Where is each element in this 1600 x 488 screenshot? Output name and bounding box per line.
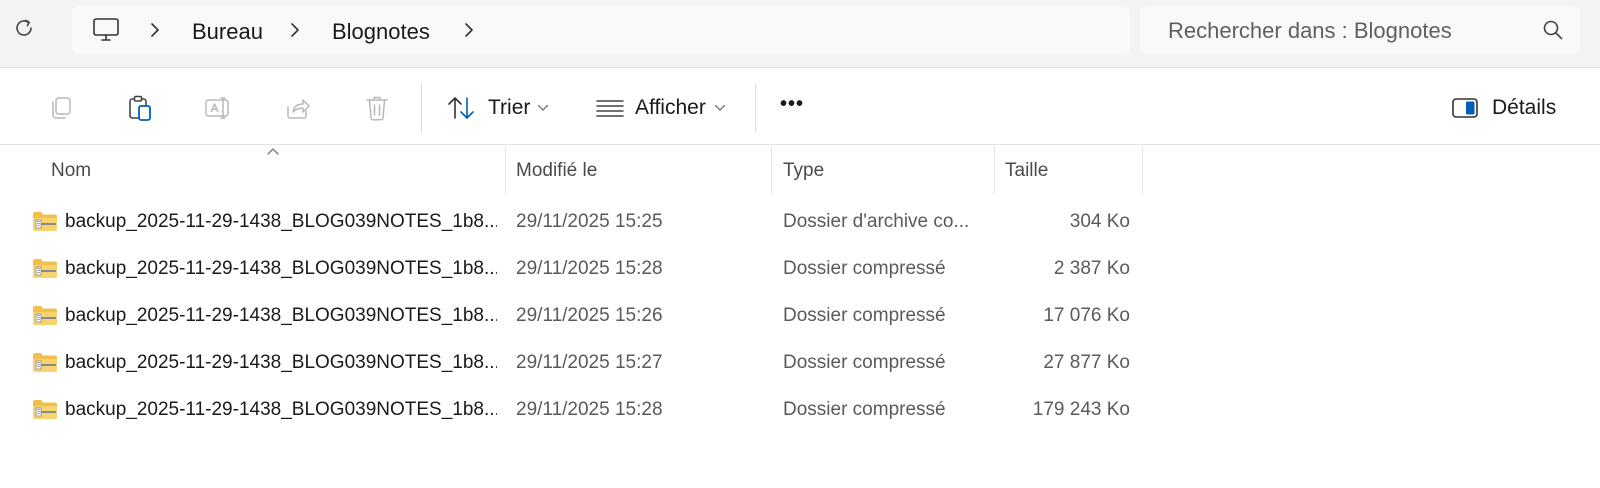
chevron-right-icon[interactable] (462, 21, 476, 39)
this-pc-icon[interactable] (92, 17, 120, 43)
toolbar-divider (421, 83, 422, 133)
file-row[interactable]: backup_2025-11-29-1438_BLOG039NOTES_1b8.… (0, 340, 1170, 387)
rename-button[interactable] (204, 93, 234, 123)
copy-button[interactable] (46, 93, 76, 123)
breadcrumb-item-blognotes[interactable]: Blognotes (332, 19, 430, 45)
share-icon (287, 99, 310, 119)
file-name[interactable]: backup_2025-11-29-1438_BLOG039NOTES_1b8.… (65, 211, 497, 233)
file-modified: 29/11/2025 15:28 (516, 258, 663, 279)
file-modified: 29/11/2025 15:27 (516, 352, 663, 373)
zip-folder-icon (33, 212, 57, 231)
column-divider[interactable] (505, 146, 506, 194)
file-type: Dossier compressé (783, 399, 946, 420)
rename-icon (205, 97, 229, 119)
zip-folder-icon (33, 353, 57, 372)
copy-icon (52, 97, 71, 119)
zip-folder-icon (33, 259, 57, 278)
details-pane-button[interactable] (1450, 93, 1480, 123)
delete-button[interactable] (362, 93, 392, 123)
file-modified: 29/11/2025 15:28 (516, 399, 663, 420)
file-row[interactable]: backup_2025-11-29-1438_BLOG039NOTES_1b8.… (0, 199, 1170, 246)
search-icon[interactable] (1542, 19, 1564, 41)
refresh-button[interactable] (6, 10, 42, 46)
details-label[interactable]: Détails (1492, 96, 1556, 120)
search-box[interactable]: Rechercher dans : Blognotes (1140, 6, 1580, 54)
file-row[interactable]: backup_2025-11-29-1438_BLOG039NOTES_1b8.… (0, 293, 1170, 340)
column-header-size[interactable]: Taille (1005, 146, 1048, 194)
sort-button[interactable] (446, 93, 476, 123)
file-name[interactable]: backup_2025-11-29-1438_BLOG039NOTES_1b8.… (65, 258, 497, 280)
file-modified: 29/11/2025 15:25 (516, 211, 663, 232)
column-header-modified[interactable]: Modifié le (516, 146, 597, 194)
file-size: 304 Ko (1069, 211, 1130, 232)
refresh-icon (16, 19, 32, 36)
view-label[interactable]: Afficher (635, 96, 706, 120)
search-input[interactable]: Rechercher dans : Blognotes (1168, 18, 1452, 44)
delete-icon (366, 96, 388, 121)
file-type: Dossier compressé (783, 258, 946, 279)
column-header-type[interactable]: Type (783, 146, 824, 194)
column-divider[interactable] (1142, 146, 1143, 194)
file-type: Dossier d'archive co... (783, 211, 970, 232)
chevron-right-icon[interactable] (288, 21, 302, 39)
file-size: 17 076 Ko (1043, 305, 1130, 326)
zip-folder-icon (33, 306, 57, 325)
command-bar: Trier Afficher ••• Détails (0, 69, 1600, 145)
breadcrumb-item-bureau[interactable]: Bureau (192, 19, 263, 45)
file-name[interactable]: backup_2025-11-29-1438_BLOG039NOTES_1b8.… (65, 399, 497, 421)
file-row[interactable]: backup_2025-11-29-1438_BLOG039NOTES_1b8.… (0, 246, 1170, 293)
breadcrumb[interactable]: Bureau Blognotes (72, 6, 1130, 54)
chevron-down-icon[interactable] (537, 104, 549, 112)
chevron-down-icon[interactable] (714, 104, 726, 112)
sort-label[interactable]: Trier (488, 96, 530, 120)
toolbar-divider (755, 83, 756, 133)
address-bar: Bureau Blognotes Rechercher dans : Blogn… (0, 0, 1600, 68)
file-type: Dossier compressé (783, 352, 946, 373)
file-row[interactable]: backup_2025-11-29-1438_BLOG039NOTES_1b8.… (0, 387, 1170, 434)
details-pane-icon (1452, 98, 1478, 118)
file-modified: 29/11/2025 15:26 (516, 305, 663, 326)
view-list-icon (596, 100, 624, 117)
sort-ascending-icon (267, 148, 279, 155)
file-size: 27 877 Ko (1043, 352, 1130, 373)
view-button[interactable] (593, 93, 627, 123)
chevron-right-icon[interactable] (148, 21, 162, 39)
more-options-button[interactable]: ••• (780, 93, 804, 116)
file-name[interactable]: backup_2025-11-29-1438_BLOG039NOTES_1b8.… (65, 352, 497, 374)
paste-button[interactable] (125, 93, 155, 123)
sort-icon (448, 97, 474, 119)
file-name[interactable]: backup_2025-11-29-1438_BLOG039NOTES_1b8.… (65, 305, 497, 327)
zip-folder-icon (33, 400, 57, 419)
file-type: Dossier compressé (783, 305, 946, 326)
paste-icon (129, 95, 151, 121)
column-header-name[interactable]: Nom (51, 146, 91, 194)
column-divider[interactable] (771, 146, 772, 194)
file-size: 179 243 Ko (1032, 399, 1130, 420)
share-button[interactable] (283, 93, 313, 123)
file-size: 2 387 Ko (1053, 258, 1130, 279)
column-divider[interactable] (994, 146, 995, 194)
